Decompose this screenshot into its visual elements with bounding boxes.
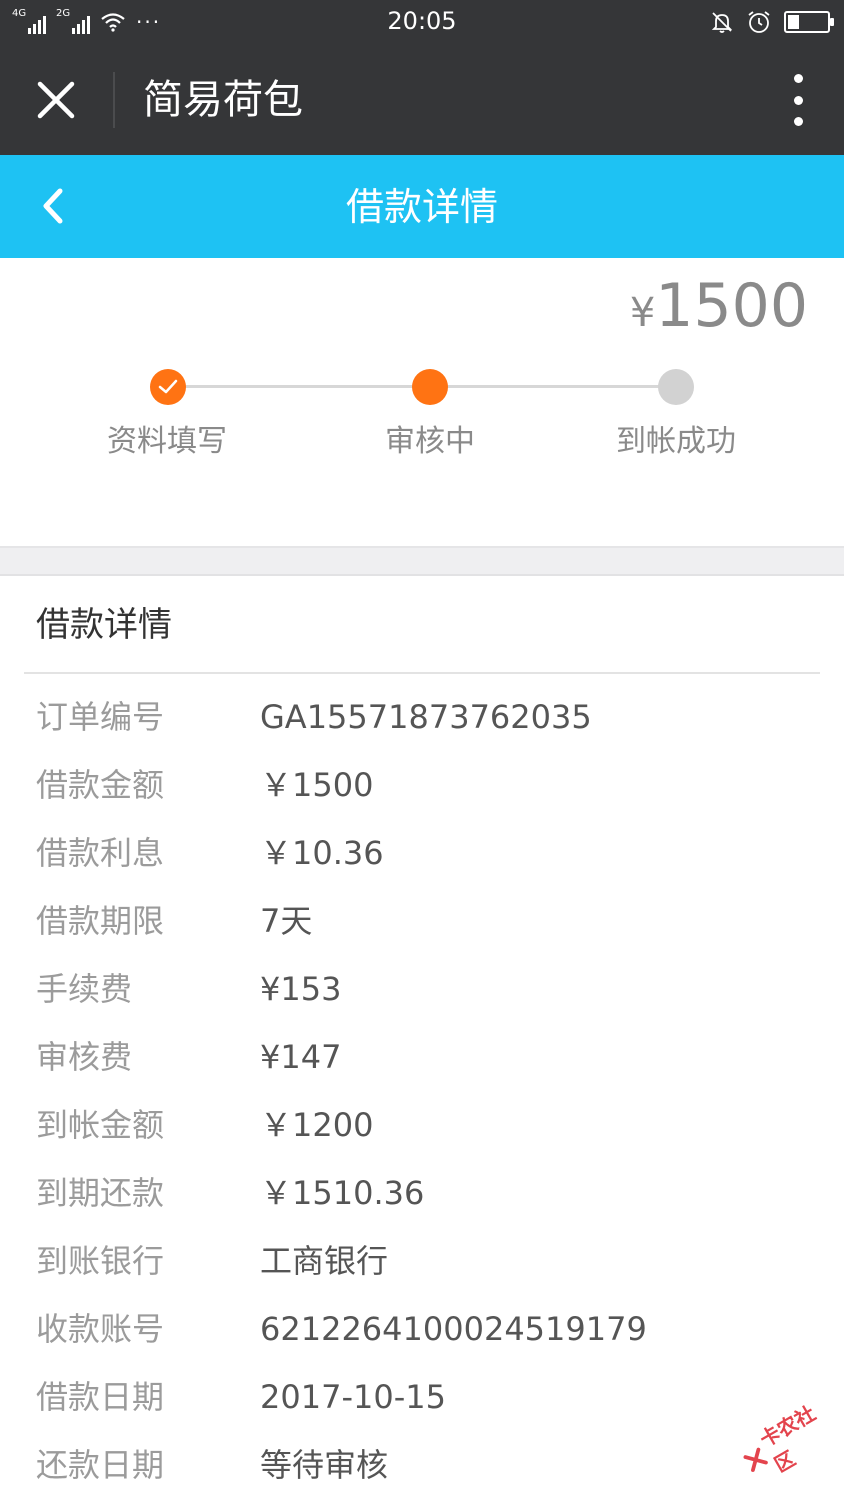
- details-list: 订单编号 GA15571873762035 借款金额 ￥1500 借款利息 ￥10…: [0, 684, 844, 1500]
- detail-value: 等待审核: [260, 1446, 389, 1484]
- status-bar: 4G 2G ··· 20:05: [0, 0, 844, 44]
- detail-value: ￥1510.36: [260, 1174, 425, 1212]
- detail-label: 审核费: [36, 1038, 133, 1076]
- detail-label: 手续费: [36, 970, 133, 1008]
- battery-fill: [788, 15, 799, 29]
- detail-row-repayment-due: 到期还款 ￥1510.36: [0, 1160, 844, 1228]
- step-current-dot: [412, 369, 448, 405]
- check-icon: [158, 379, 178, 394]
- detail-label: 到账银行: [36, 1242, 165, 1280]
- detail-label: 到帐金额: [36, 1106, 165, 1144]
- detail-row-received-amount: 到帐金额 ￥1200: [0, 1092, 844, 1160]
- detail-value: GA15571873762035: [260, 698, 592, 736]
- alarm-icon: [748, 11, 770, 33]
- divider: [24, 672, 820, 674]
- header-divider: [113, 72, 115, 128]
- app-header: 简易荷包: [0, 44, 844, 155]
- details-section-title: 借款详情: [36, 605, 172, 645]
- more-dot: [793, 74, 803, 83]
- step-label: 资料填写: [107, 424, 227, 459]
- loan-amount: ¥1500: [630, 270, 808, 349]
- detail-row-term: 借款期限 7天: [0, 888, 844, 956]
- detail-value: 2017-10-15: [260, 1378, 446, 1416]
- more-options-button[interactable]: [788, 74, 808, 126]
- detail-row-repayment-date: 还款日期 等待审核: [0, 1432, 844, 1500]
- detail-label: 订单编号: [36, 698, 165, 736]
- more-dot: [793, 95, 803, 105]
- section-separator: [0, 546, 844, 576]
- detail-value: ¥147: [260, 1038, 342, 1076]
- detail-row-order-number: 订单编号 GA15571873762035: [0, 684, 844, 752]
- page-title: 借款详情: [345, 185, 498, 229]
- step-label: 审核中: [385, 424, 475, 459]
- progress-line-1: [168, 385, 430, 388]
- bell-muted-icon: [711, 12, 733, 33]
- detail-row-service-fee: 手续费 ¥153: [0, 956, 844, 1024]
- currency-symbol: ¥: [629, 290, 656, 336]
- detail-label: 借款日期: [36, 1378, 165, 1416]
- app-title: 简易荷包: [143, 77, 303, 123]
- detail-row-bank: 到账银行 工商银行: [0, 1228, 844, 1296]
- battery-icon: [784, 11, 834, 33]
- step-pending-dot: [658, 369, 694, 405]
- detail-row-loan-amount: 借款金额 ￥1500: [0, 752, 844, 820]
- step-label: 到帐成功: [616, 424, 736, 459]
- amount-value: 1500: [655, 271, 808, 341]
- page-title-bar: 借款详情: [0, 155, 844, 258]
- detail-value: ￥1500: [260, 766, 374, 804]
- more-dot: [793, 117, 803, 126]
- detail-label: 到期还款: [36, 1174, 165, 1212]
- close-button[interactable]: [26, 70, 86, 130]
- detail-row-loan-date: 借款日期 2017-10-15: [0, 1364, 844, 1432]
- detail-value: ￥10.36: [260, 834, 384, 872]
- detail-value: 6212264100024519179: [260, 1310, 647, 1348]
- detail-value: 工商银行: [260, 1242, 389, 1280]
- detail-label: 收款账号: [36, 1310, 165, 1348]
- detail-label: 借款利息: [36, 834, 165, 872]
- progress-line-2: [430, 385, 676, 388]
- detail-label: 还款日期: [36, 1446, 165, 1484]
- detail-value: ¥153: [260, 970, 342, 1008]
- detail-value: 7天: [260, 902, 313, 940]
- detail-label: 借款期限: [36, 902, 165, 940]
- detail-row-review-fee: 审核费 ¥147: [0, 1024, 844, 1092]
- close-icon: [37, 81, 75, 119]
- detail-label: 借款金额: [36, 766, 165, 804]
- detail-value: ￥1200: [260, 1106, 374, 1144]
- status-right: [710, 8, 834, 36]
- detail-row-account-number: 收款账号 6212264100024519179: [0, 1296, 844, 1364]
- detail-row-interest: 借款利息 ￥10.36: [0, 820, 844, 888]
- step-done-dot: [150, 369, 186, 405]
